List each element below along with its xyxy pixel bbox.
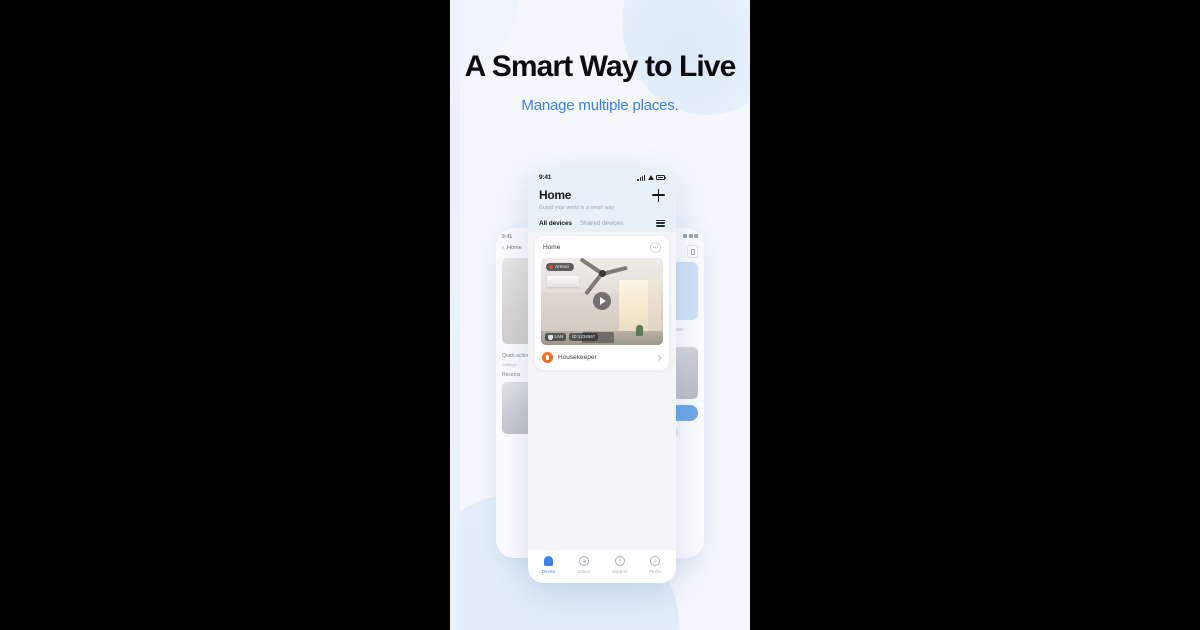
- tab-all-devices[interactable]: All devices: [539, 220, 572, 227]
- chevron-right-icon: [656, 354, 662, 360]
- side-left-title: Home: [507, 245, 522, 251]
- device-list-body: Home Armed LAN ID:1234567 Housekeeper: [528, 231, 676, 549]
- side-left-time: 9:41: [502, 234, 513, 240]
- signal-icon: [683, 234, 687, 238]
- hamburger-menu-icon[interactable]: [656, 219, 665, 227]
- housekeeper-icon: [542, 351, 553, 363]
- bottom-tab-bar: Device ☁ Cloud ⦿ Support ☺ Profile: [528, 548, 676, 583]
- app-header: Home Guard your world in a smart way: [528, 184, 676, 213]
- camera-preview[interactable]: Armed LAN ID:1234567: [541, 257, 663, 345]
- home-device-card: Home Armed LAN ID:1234567 Housekeeper: [535, 235, 669, 370]
- hero-text: A Smart Way to Live Manage multiple plac…: [450, 50, 750, 115]
- wifi-icon: [647, 175, 654, 180]
- app-title-row: Home: [539, 188, 665, 202]
- hero-headline: A Smart Way to Live: [464, 50, 737, 83]
- home-icon: [543, 556, 554, 567]
- tab-bar: All devices Shared devices: [528, 212, 676, 232]
- status-badge: Armed: [546, 262, 574, 271]
- cloud-icon: ☁: [579, 556, 590, 567]
- page-subtitle: Guard your world in a smart way: [539, 204, 615, 211]
- camera-footer-overlay: LAN ID:1234567: [545, 332, 599, 341]
- card-more-button[interactable]: [650, 241, 661, 253]
- air-conditioner: [547, 276, 579, 288]
- tabbar-label-cloud: Cloud: [578, 569, 590, 574]
- battery-icon: [656, 175, 666, 180]
- device-id-label: ID:1234567: [572, 334, 596, 340]
- tabbar-label-device: Device: [542, 569, 556, 574]
- support-icon: ⦿: [614, 556, 625, 567]
- tabbar-item-support[interactable]: ⦿ Support: [602, 556, 638, 574]
- status-bar-time: 9:41: [539, 174, 552, 181]
- status-bar-icons: [637, 174, 666, 181]
- page-title: Home: [539, 188, 572, 202]
- card-title: Home: [543, 243, 561, 251]
- signal-bars-icon: [637, 174, 645, 181]
- network-badge: LAN: [545, 332, 567, 341]
- device-row-housekeeper[interactable]: Housekeeper: [535, 345, 669, 370]
- ceiling-fan: [598, 270, 606, 278]
- wifi-icon: [688, 234, 693, 238]
- side-right-icon-button: [687, 245, 698, 258]
- content-area: A Smart Way to Live Manage multiple plac…: [450, 0, 750, 630]
- card-header: Home: [535, 236, 669, 258]
- profile-icon: ☺: [650, 556, 661, 567]
- lan-icon: [548, 334, 553, 341]
- tabbar-item-cloud[interactable]: ☁ Cloud: [567, 556, 603, 574]
- tab-shared-devices[interactable]: Shared devices: [580, 220, 624, 227]
- tabbar-item-profile[interactable]: ☺ Profile: [638, 556, 674, 574]
- status-bar: 9:41: [528, 173, 676, 184]
- back-chevron-icon: ‹: [502, 245, 504, 251]
- hero-subhead: Manage multiple places.: [521, 97, 679, 114]
- phone-top-section: 9:41 Home Guard your world in a smart wa…: [528, 168, 676, 232]
- battery-icon: [694, 234, 698, 238]
- screenshot-stage: A Smart Way to Live Manage multiple plac…: [0, 0, 1200, 630]
- side-right-sysicons: [683, 234, 698, 238]
- device-icon: [690, 248, 695, 255]
- play-icon: [599, 297, 606, 306]
- record-dot-icon: [549, 264, 553, 269]
- main-phone-mockup: 9:41 Home Guard your world in a smart wa…: [528, 168, 676, 583]
- device-id-badge: ID:1234567: [569, 332, 599, 341]
- status-badge-label: Armed: [555, 264, 569, 270]
- tabbar-label-profile: Profile: [648, 569, 662, 574]
- tabbar-label-support: Support: [612, 569, 628, 574]
- add-device-button[interactable]: [652, 188, 665, 202]
- tabbar-item-device[interactable]: Device: [531, 556, 567, 574]
- device-name: Housekeeper: [558, 353, 597, 361]
- network-label: LAN: [554, 334, 564, 340]
